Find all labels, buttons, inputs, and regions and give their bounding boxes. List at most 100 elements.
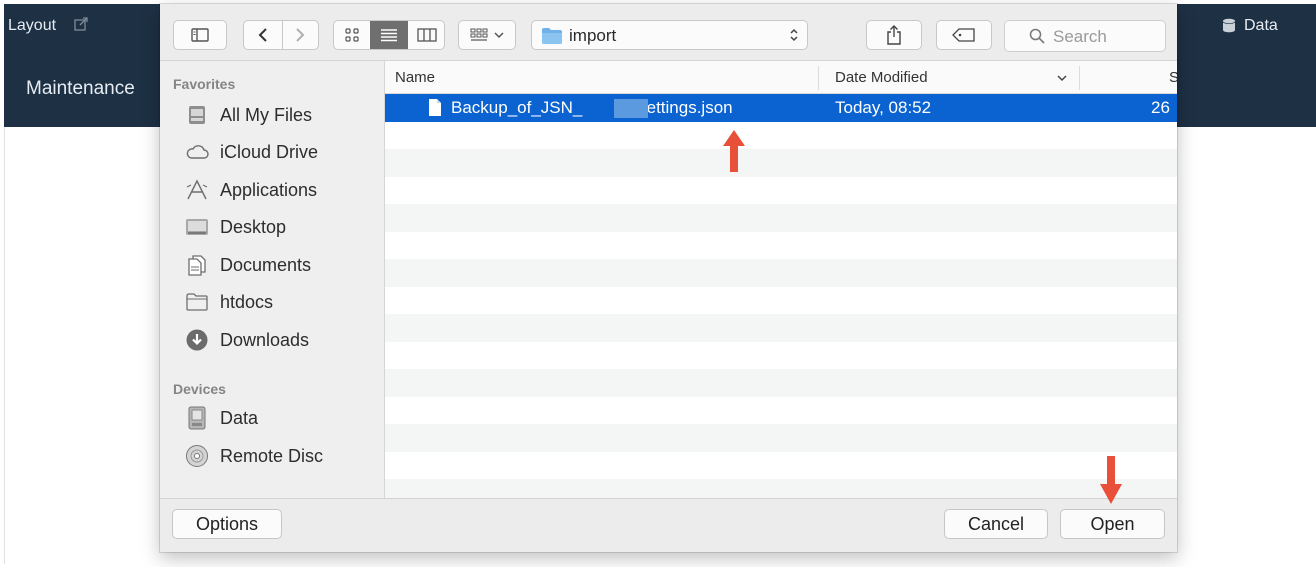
sidebar-item-data-disk[interactable]: Data bbox=[184, 403, 374, 433]
empty-row bbox=[385, 287, 1177, 315]
empty-row bbox=[385, 452, 1177, 480]
column-header-date-modified[interactable]: Date Modified bbox=[835, 69, 928, 86]
empty-row bbox=[385, 204, 1177, 232]
column-header-name[interactable]: Name bbox=[395, 69, 435, 86]
tag-icon bbox=[952, 28, 975, 42]
forward-button[interactable] bbox=[281, 21, 318, 49]
empty-row bbox=[385, 424, 1177, 452]
sidebar-item-all-my-files[interactable]: All My Files bbox=[184, 100, 374, 130]
sidebar-item-remote-disc[interactable]: Remote Disc bbox=[184, 441, 374, 471]
back-forward-buttons bbox=[243, 20, 319, 50]
file-icon bbox=[429, 99, 441, 116]
search-field[interactable]: Search bbox=[1004, 20, 1166, 52]
annotation-arrow-up-icon bbox=[723, 130, 745, 172]
sort-chevron-icon bbox=[1057, 75, 1067, 82]
file-list: Name Date Modified S Backup_of_JSN_ 2_Set… bbox=[385, 61, 1177, 498]
sidebar-item-label: Documents bbox=[220, 254, 312, 275]
chevron-left-icon bbox=[258, 28, 267, 42]
background-divider bbox=[4, 127, 5, 564]
sidebar-item-label: iCloud Drive bbox=[220, 141, 319, 162]
segment-divider bbox=[282, 21, 283, 49]
sidebar-toggle-button[interactable] bbox=[173, 20, 227, 50]
list-view-button[interactable] bbox=[370, 21, 408, 49]
sidebar-item-label: Desktop bbox=[220, 216, 287, 237]
empty-row bbox=[385, 177, 1177, 205]
sidebar-item-label: htdocs bbox=[220, 291, 274, 312]
icon-view-button[interactable] bbox=[334, 21, 370, 49]
column-header-size[interactable]: S bbox=[1169, 69, 1177, 86]
database-icon bbox=[1223, 18, 1235, 33]
tag-button[interactable] bbox=[936, 20, 992, 50]
sidebar-item-label: Applications bbox=[220, 179, 318, 200]
open-button[interactable]: Open bbox=[1060, 509, 1165, 539]
grid-icon bbox=[345, 28, 359, 42]
finder-sidebar: Favorites All My Files iCloud Drive Appl… bbox=[160, 61, 385, 498]
all-files-icon bbox=[184, 103, 210, 127]
empty-row bbox=[385, 314, 1177, 342]
arrange-icon bbox=[470, 28, 488, 41]
chevron-right-icon bbox=[295, 28, 304, 42]
search-icon bbox=[1029, 28, 1045, 44]
desktop-icon bbox=[184, 215, 210, 239]
sidebar-item-label: Data bbox=[220, 407, 259, 428]
updown-chevron-icon bbox=[790, 28, 798, 42]
arrange-button[interactable] bbox=[458, 20, 516, 50]
sidebar-item-htdocs[interactable]: htdocs bbox=[184, 287, 374, 317]
disc-icon bbox=[184, 444, 210, 468]
file-name: Backup_of_JSN_ 2_Settings.json bbox=[451, 98, 733, 117]
search-placeholder: Search bbox=[1053, 27, 1107, 46]
empty-row bbox=[385, 122, 1177, 150]
file-rows: Backup_of_JSN_ 2_Settings.json Today, 08:… bbox=[385, 94, 1177, 498]
redaction-block bbox=[614, 99, 648, 118]
columns-icon bbox=[417, 28, 437, 42]
column-divider[interactable] bbox=[1079, 66, 1080, 90]
empty-row bbox=[385, 259, 1177, 287]
layout-menu-label[interactable]: Layout bbox=[8, 17, 56, 35]
sidebar-item-documents[interactable]: Documents bbox=[184, 250, 374, 280]
favorites-heading: Favorites bbox=[173, 76, 236, 92]
folder-path-label: import bbox=[569, 26, 617, 45]
disk-icon bbox=[184, 406, 210, 430]
documents-icon bbox=[184, 253, 210, 277]
downloads-icon bbox=[184, 328, 210, 352]
empty-row bbox=[385, 149, 1177, 177]
chevron-down-icon bbox=[494, 32, 504, 39]
sidebar-item-desktop[interactable]: Desktop bbox=[184, 212, 374, 242]
sidebar-item-label: Downloads bbox=[220, 329, 310, 350]
share-button[interactable] bbox=[866, 20, 922, 50]
empty-row bbox=[385, 479, 1177, 498]
folder-path-popup[interactable]: import bbox=[531, 20, 808, 50]
empty-row bbox=[385, 342, 1177, 370]
folder-icon bbox=[184, 290, 210, 314]
file-size: 26 bbox=[1151, 98, 1170, 117]
sidebar-item-applications[interactable]: Applications bbox=[184, 175, 374, 205]
devices-heading: Devices bbox=[173, 381, 226, 397]
sidebar-item-label: Remote Disc bbox=[220, 445, 324, 466]
data-menu-label[interactable]: Data bbox=[1244, 17, 1278, 35]
cloud-icon bbox=[184, 140, 210, 164]
external-link-icon bbox=[74, 17, 88, 31]
share-icon bbox=[887, 25, 901, 45]
column-divider[interactable] bbox=[818, 66, 819, 90]
dialog-toolbar: import Search bbox=[160, 4, 1177, 61]
annotation-arrow-down-icon bbox=[1100, 456, 1122, 504]
cancel-button[interactable]: Cancel bbox=[944, 509, 1048, 539]
options-button[interactable]: Options bbox=[172, 509, 282, 539]
maintenance-tab[interactable]: Maintenance bbox=[26, 78, 135, 100]
file-row-selected[interactable]: Backup_of_JSN_ 2_Settings.json Today, 08:… bbox=[385, 94, 1177, 122]
empty-row bbox=[385, 397, 1177, 425]
sidebar-item-downloads[interactable]: Downloads bbox=[184, 325, 374, 355]
dialog-footer: Options Cancel Open bbox=[160, 498, 1177, 552]
column-view-button[interactable] bbox=[408, 21, 444, 49]
folder-icon bbox=[542, 28, 562, 44]
sidebar-icon bbox=[191, 28, 209, 42]
sidebar-item-icloud-drive[interactable]: iCloud Drive bbox=[184, 137, 374, 167]
applications-icon bbox=[184, 178, 210, 202]
view-mode-control bbox=[333, 20, 445, 50]
back-button[interactable] bbox=[244, 21, 281, 49]
sidebar-item-label: All My Files bbox=[220, 104, 313, 125]
open-file-dialog: import Search Favorites All My Files iCl… bbox=[160, 4, 1177, 552]
empty-row bbox=[385, 369, 1177, 397]
empty-row bbox=[385, 232, 1177, 260]
list-icon bbox=[381, 29, 397, 42]
